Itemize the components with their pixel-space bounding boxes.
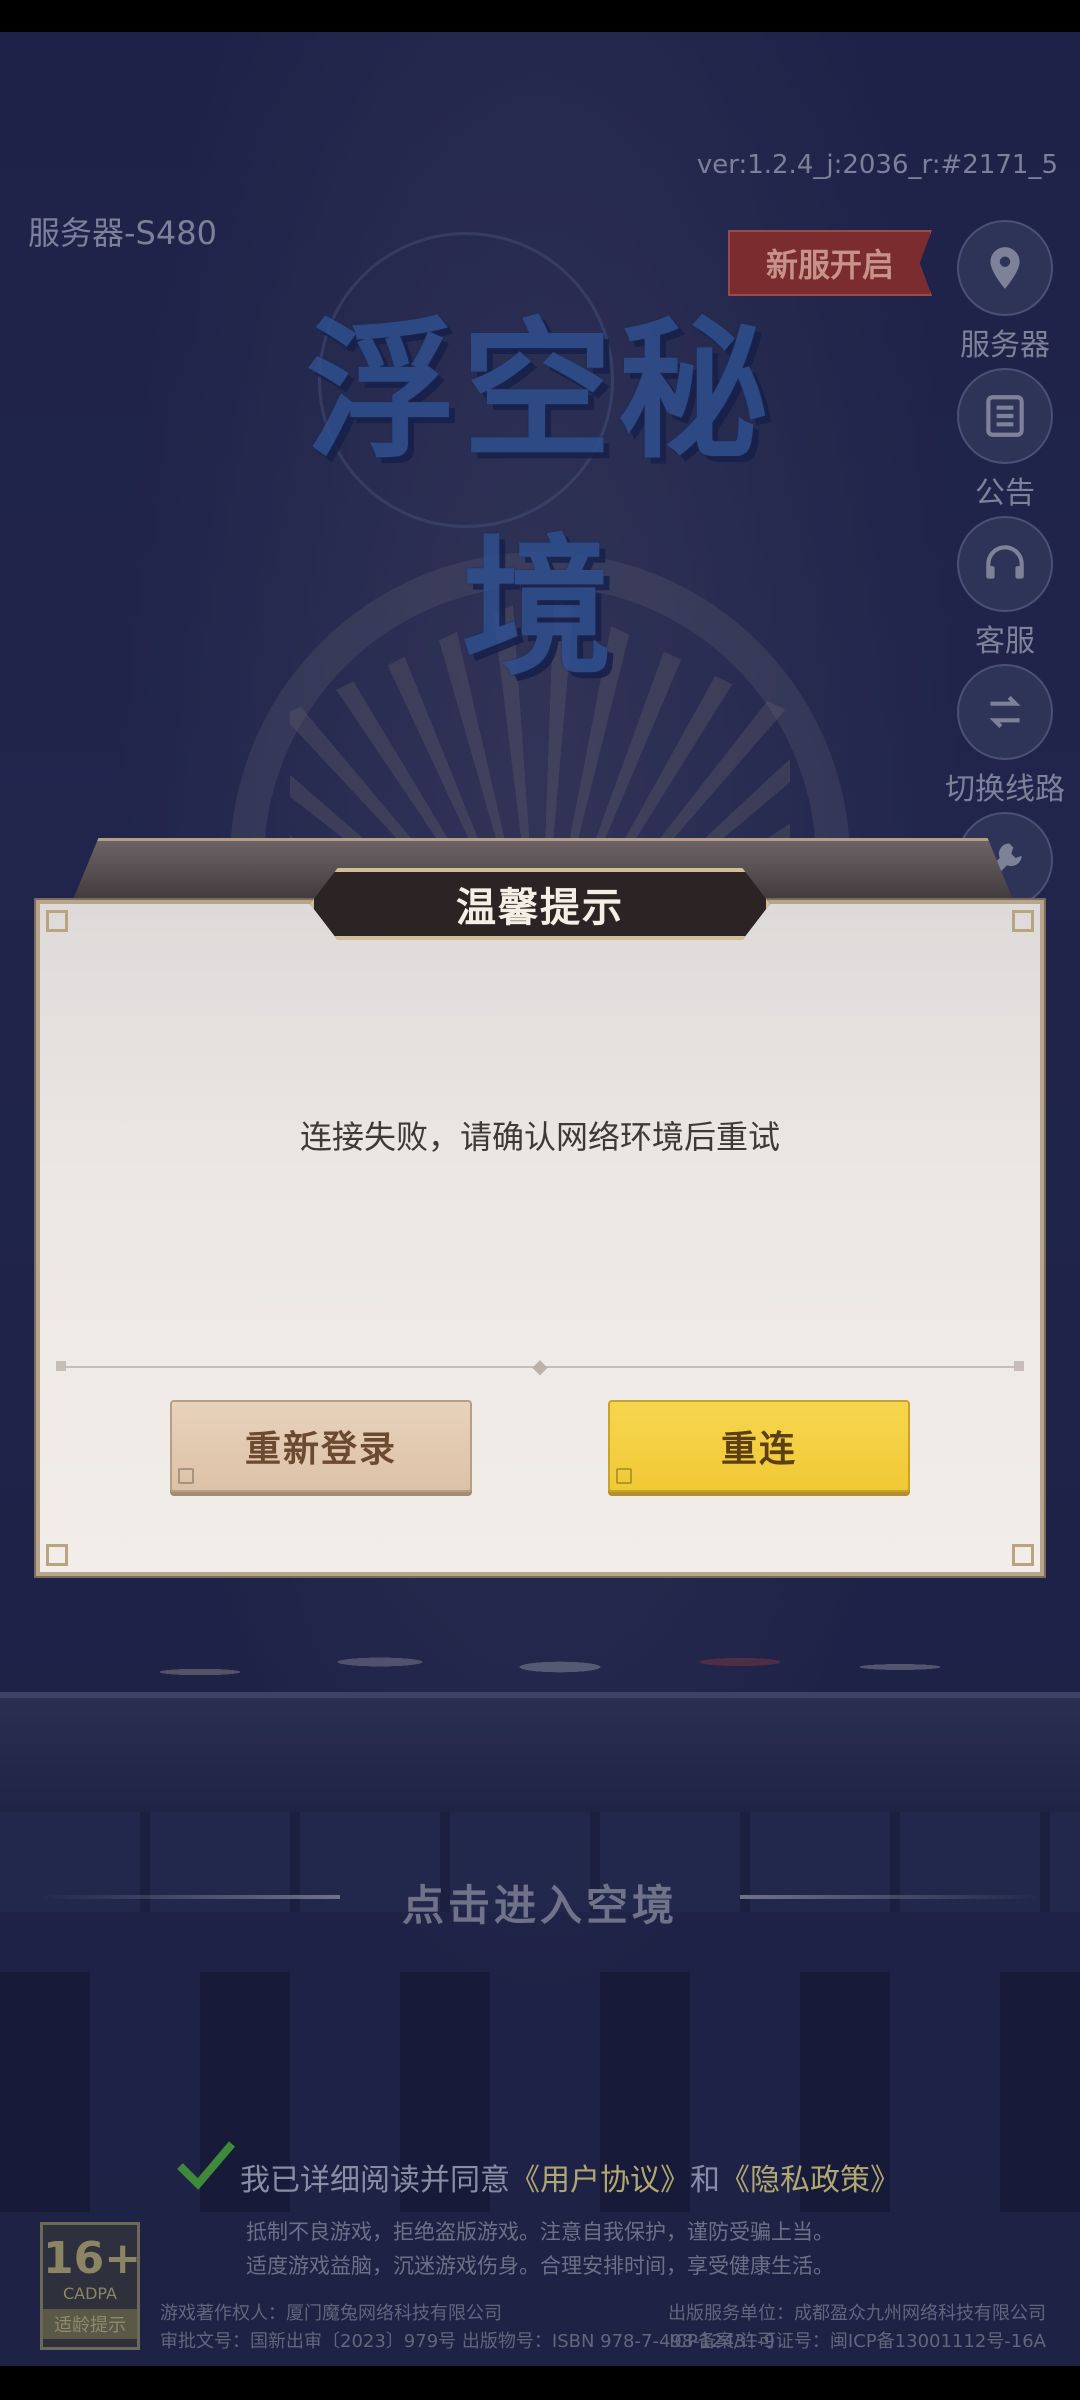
headset-icon — [957, 516, 1053, 612]
corner-ornament — [46, 910, 68, 932]
enter-game-prompt[interactable]: 点击进入空境 — [0, 1872, 1080, 1933]
agreement-conjunction: 和 — [690, 2163, 720, 2198]
location-pin-icon — [957, 220, 1053, 316]
switch-route-icon — [957, 664, 1053, 760]
side-button-support[interactable]: 客服 — [920, 516, 1080, 660]
side-button-server[interactable]: 服务器 — [920, 220, 1080, 364]
side-button-label: 公告 — [975, 476, 1035, 511]
age-rating-badge[interactable]: 16+ CADPA 适龄提示 — [40, 2222, 142, 2350]
button-corner-ornament — [178, 1468, 194, 1484]
side-button-label: 服务器 — [960, 328, 1050, 363]
button-corner-ornament — [616, 1468, 632, 1484]
corner-ornament — [1012, 910, 1034, 932]
age-rating-cadpa: CADPA — [62, 2284, 117, 2303]
navigation-bar — [0, 2366, 1080, 2400]
dialog-title: 温馨提示 — [310, 868, 770, 940]
age-rating-number: 16+ — [43, 2233, 142, 2284]
user-agreement-link[interactable]: 《用户协议》 — [510, 2163, 690, 2198]
privacy-policy-link[interactable]: 《隐私政策》 — [720, 2163, 900, 2198]
server-label[interactable]: 服务器-S480 — [28, 208, 217, 254]
agreement-checkbox-icon[interactable] — [176, 2140, 236, 2190]
agreement-prefix: 我已详细阅读并同意 — [240, 2163, 510, 2198]
version-label: ver:1.2.4_j:2036_r:#2171_5 — [696, 150, 1058, 180]
relogin-button[interactable]: 重新登录 — [170, 1400, 472, 1492]
side-button-label: 客服 — [975, 624, 1035, 659]
side-button-notice[interactable]: 公告 — [920, 368, 1080, 512]
health-notice-line: 适度游戏益脑，沉迷游戏伤身。合理安排时间，享受健康生活。 — [246, 2254, 834, 2278]
dialog-message: 连接失败，请确认网络环境后重试 — [299, 1118, 780, 1156]
health-notice: 抵制不良游戏，拒绝盗版游戏。注意自我保护，谨防受骗上当。 适度游戏益脑，沉迷游戏… — [0, 2215, 1080, 2283]
reconnect-button[interactable]: 重连 — [608, 1400, 910, 1492]
list-icon — [957, 368, 1053, 464]
side-button-label: 切换线路 — [945, 772, 1065, 807]
copyright-line: ICP备案/许可证号：闽ICP备13001112号-16A — [669, 2331, 1046, 2352]
side-button-switch-route[interactable]: 切换线路 — [920, 664, 1080, 808]
corner-ornament — [1012, 1544, 1034, 1566]
copyright-line: 出版服务单位：成都盈众九州网络科技有限公司 — [668, 2303, 1046, 2324]
divider-ornament-icon: ◆ — [532, 1354, 548, 1378]
agreement-text: 我已详细阅读并同意《用户协议》和《隐私政策》 — [240, 2155, 900, 2199]
relogin-button-label: 重新登录 — [244, 1429, 397, 1470]
age-rating-tip: 适龄提示 — [43, 2309, 137, 2339]
game-title-logo: 浮空秘境 — [305, 303, 774, 696]
health-notice-line: 抵制不良游戏，拒绝盗版游戏。注意自我保护，谨防受骗上当。 — [246, 2220, 834, 2244]
divider-end — [1014, 1361, 1024, 1371]
new-server-badge[interactable]: 新服开启 — [728, 230, 932, 296]
corner-ornament — [46, 1544, 68, 1566]
status-bar — [0, 0, 1080, 32]
reconnect-button-label: 重连 — [720, 1429, 797, 1470]
copyright-right: 出版服务单位：成都盈众九州网络科技有限公司 ICP备案/许可证号：闽ICP备13… — [668, 2300, 1046, 2356]
